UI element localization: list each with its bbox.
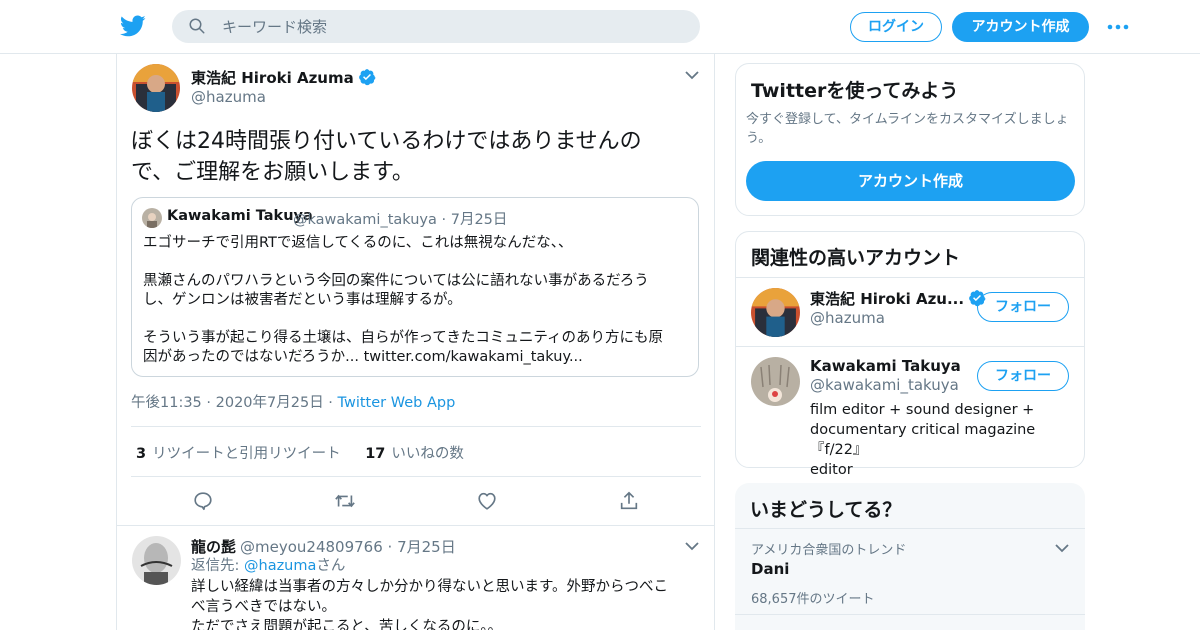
tweet-date[interactable]: 2020年7月25日 (216, 395, 324, 411)
divider (736, 346, 1084, 347)
follow-button[interactable]: フォロー (977, 292, 1069, 322)
trend-name[interactable]: Dani (751, 560, 789, 578)
related-account-avatar[interactable] (751, 288, 800, 337)
author-name-text[interactable]: 東浩紀 Hiroki Azuma (191, 69, 354, 87)
search-box[interactable] (172, 10, 700, 43)
divider (131, 476, 701, 477)
quoted-text-line: 黒瀬さんのパワハラという今回の案件については公に語れない事があるだろう (143, 273, 649, 289)
related-account-bio-line: editor (810, 462, 853, 478)
retweet-label: リツイートと引用リツイート (152, 446, 341, 462)
login-button[interactable]: ログイン (850, 12, 942, 42)
related-account-bio-line: film editor + sound designer + (810, 402, 1035, 418)
follow-button[interactable]: フォロー (977, 361, 1069, 391)
more-options-icon[interactable] (1106, 18, 1130, 36)
like-stat[interactable]: 17 いいねの数 (365, 446, 464, 462)
like-label: いいねの数 (391, 446, 464, 462)
trends-card: いまどうしてる？ アメリカ合衆国のトレンド Dani 68,657件のツイート (735, 483, 1085, 630)
chevron-down-icon[interactable] (685, 70, 699, 80)
related-accounts-card: 関連性の高いアカウント 東浩紀 Hiroki Azu... @hazuma フォ… (735, 231, 1085, 478)
quoted-tweet-date: 7月25日 (450, 212, 508, 228)
reply-icon[interactable] (192, 490, 214, 512)
tweet-timestamp: 午後11:35 · 2020年7月25日 · Twitter Web App (131, 395, 456, 411)
replying-to-handle[interactable]: @hazuma (244, 558, 316, 574)
like-heart-icon[interactable] (476, 490, 498, 512)
quoted-tweet[interactable]: Kawakami Takuya @kawakami_takuya · 7月25日… (131, 197, 699, 377)
search-icon (189, 18, 205, 34)
reply-author-handle[interactable]: @meyou24809766 (240, 538, 383, 556)
quoted-text-line: エゴサーチで引用RTで返信してくるのに、これは無視なんだな、、 (143, 235, 573, 251)
top-navigation-bar: ログイン アカウント作成 (0, 0, 1200, 54)
share-icon[interactable] (618, 490, 640, 512)
related-account-name[interactable]: Kawakami Takuya (810, 357, 961, 375)
reply-date[interactable]: 7月25日 (397, 538, 456, 556)
chevron-down-icon[interactable] (685, 541, 699, 551)
author-name[interactable]: 東浩紀 Hiroki Azuma (191, 67, 376, 88)
tweet-source[interactable]: Twitter Web App (338, 395, 456, 411)
signup-card-button[interactable]: アカウント作成 (746, 161, 1075, 201)
tweet-stats: 3 リツイートと引用リツイート 17 いいねの数 (136, 442, 464, 463)
signup-card-title: Twitterを使ってみよう (751, 80, 959, 102)
trend-item[interactable]: アメリカ合衆国のトレンド Dani 68,657件のツイート (735, 529, 1085, 615)
chevron-down-icon[interactable] (1055, 543, 1069, 553)
quoted-author-handle: @kawakami_takuya (293, 212, 437, 228)
tweet-text-line: ぼくは24時間張り付いているわけではありませんの (131, 129, 642, 154)
author-handle[interactable]: @hazuma (191, 88, 266, 106)
signup-card-subtitle: 今すぐ登録して、タイムラインをカスタマイズしましょ う。 (746, 110, 1076, 148)
signup-card-subtitle-line: 今すぐ登録して、タイムラインをカスタマイズしましょ (746, 112, 1069, 127)
reply-text-line: ただでさえ問題が起こると、苦しくなるのに。。 (191, 619, 503, 630)
reply-text-line: べ言うべきではない。 (191, 599, 336, 615)
retweet-count: 3 (136, 446, 147, 462)
related-account-bio-line: documentary critical magazine『f/22』 (810, 422, 1036, 458)
signup-card-subtitle-line: う。 (746, 131, 772, 146)
retweet-stat[interactable]: 3 リツイートと引用リツイート (136, 446, 341, 462)
quoted-author-avatar (142, 208, 162, 228)
like-count: 17 (365, 446, 386, 462)
related-account-name[interactable]: 東浩紀 Hiroki Azu... (810, 288, 986, 309)
replying-to-suffix: さん (316, 558, 346, 574)
trend-count: 68,657件のツイート (751, 592, 875, 607)
divider (131, 426, 701, 427)
signup-card: Twitterを使ってみよう 今すぐ登録して、タイムラインをカスタマイズしましょ… (735, 63, 1085, 216)
tweet-text: ぼくは24時間張り付いているわけではありませんの で、ご理解をお願いします。 (131, 126, 701, 188)
reply-author-avatar[interactable] (132, 536, 181, 585)
related-account-handle[interactable]: @kawakami_takuya (810, 376, 959, 394)
tweet-time[interactable]: 午後11:35 (131, 395, 202, 411)
search-input[interactable] (222, 10, 682, 43)
trend-context: アメリカ合衆国のトレンド (751, 543, 907, 558)
author-avatar[interactable] (132, 64, 180, 112)
twitter-bird-logo-icon[interactable] (119, 13, 147, 39)
verified-badge-icon (358, 69, 376, 86)
reply-author-name[interactable]: 龍の髭 (191, 536, 236, 557)
quoted-author-name: Kawakami Takuya (167, 208, 313, 224)
reply-author-meta: @meyou24809766 · 7月25日 (240, 538, 456, 556)
tweet-detail-column: 東浩紀 Hiroki Azuma @hazuma ぼくは24時間張り付いているわ… (116, 54, 715, 630)
related-account-bio: film editor + sound designer + documenta… (810, 400, 1075, 480)
retweet-icon[interactable] (334, 490, 356, 512)
tweet-text-line: で、ご理解をお願いします。 (131, 160, 414, 185)
trends-title: いまどうしてる？ (750, 499, 902, 521)
signup-button[interactable]: アカウント作成 (952, 12, 1089, 42)
quoted-text-line: し、ゲンロンは被害者だという事は理解するが。 (143, 292, 462, 308)
divider (735, 614, 1085, 615)
related-accounts-title: 関連性の高いアカウント (751, 247, 961, 269)
divider (736, 277, 1084, 278)
related-account-avatar[interactable] (751, 357, 800, 406)
divider (117, 525, 714, 526)
quoted-author-meta: @kawakami_takuya · 7月25日 (293, 212, 508, 228)
replying-to-prefix: 返信先: (191, 558, 244, 574)
quoted-text-line: そういう事が起こり得る土壌は、自らが作ってきたコミュニティのあり方にも原 (143, 330, 663, 346)
reply-text-line: 詳しい経緯は当事者の方々しか分かり得ないと思います。外野からつべこ (191, 579, 669, 595)
quoted-text-line: 因があったのではないだろうか... twitter.com/kawakami_t… (143, 349, 583, 365)
related-account-name-text[interactable]: 東浩紀 Hiroki Azu... (810, 290, 964, 308)
related-account-handle[interactable]: @hazuma (810, 309, 885, 327)
replying-to: 返信先: @hazumaさん (191, 556, 345, 576)
